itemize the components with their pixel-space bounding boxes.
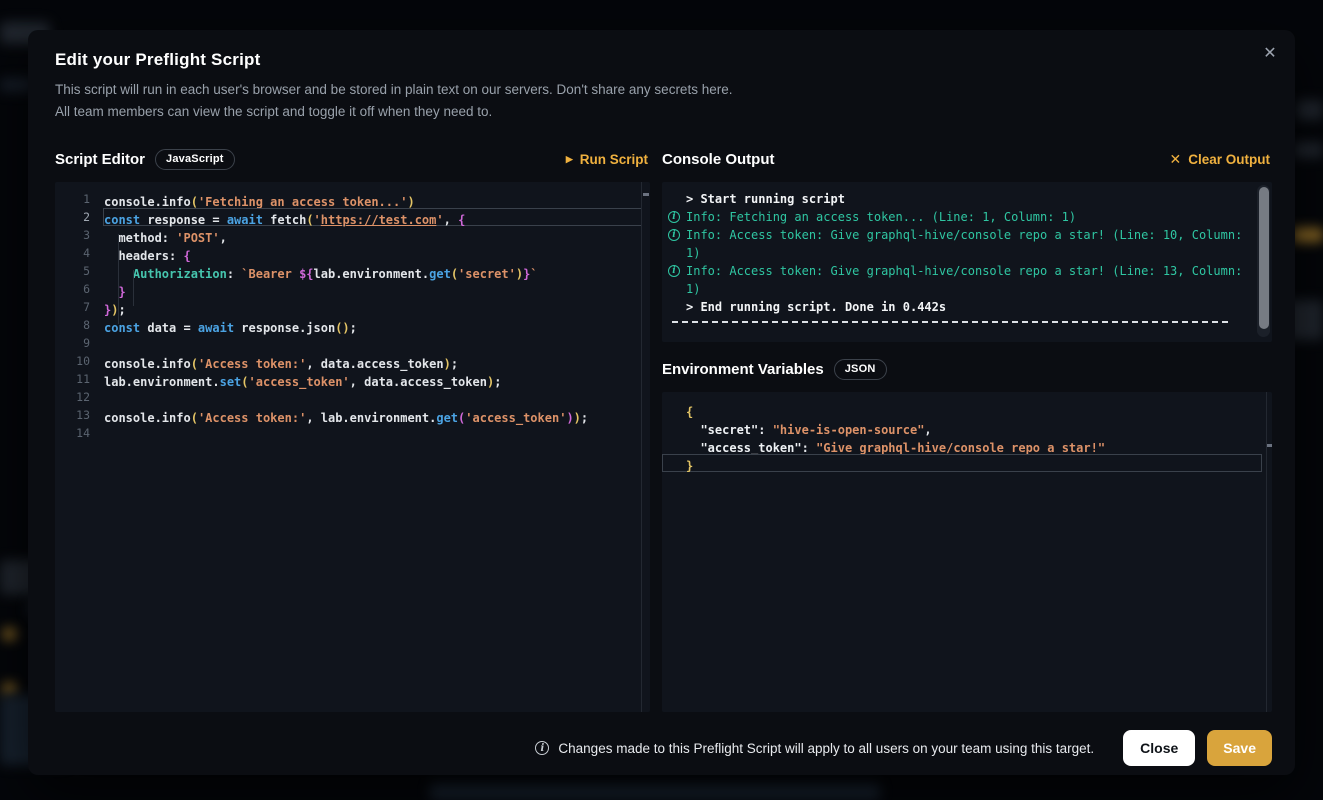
info-icon: i <box>668 265 680 277</box>
info-icon: i <box>668 211 680 223</box>
code-line[interactable]: 11lab.environment.set('access_token', da… <box>55 370 650 388</box>
modal-description-line2: All team members can view the script and… <box>55 101 1272 123</box>
script-code-editor[interactable]: 1console.info('Fetching an access token.… <box>55 182 650 712</box>
code-line[interactable]: 4 headers: { <box>55 244 650 262</box>
env-line[interactable]: { <box>662 400 1272 418</box>
script-editor-section: Script Editor JavaScript ▶ Run Script 1c… <box>55 144 650 712</box>
console-line: > Start running script <box>668 190 1244 208</box>
env-vars-lines: { "secret": "hive-is-open-source", "acce… <box>662 400 1272 472</box>
env-line[interactable]: } <box>662 454 1272 472</box>
page-background: ✕ Edit your Preflight Script This script… <box>0 0 1323 800</box>
run-script-button[interactable]: ▶ Run Script <box>564 148 650 171</box>
console-separator <box>672 321 1228 323</box>
save-button[interactable]: Save <box>1207 730 1272 766</box>
indent-guide <box>118 234 119 324</box>
info-icon: i <box>535 741 549 755</box>
console-scrollbar[interactable] <box>1257 185 1270 337</box>
code-line[interactable]: 13console.info('Access token:', lab.envi… <box>55 406 650 424</box>
output-section: Console Output ✕ Clear Output > Start ru… <box>662 144 1272 712</box>
console-line: iInfo: Fetching an access token... (Line… <box>668 208 1244 226</box>
line-number: 10 <box>55 352 103 370</box>
console-output-panel: > Start running scriptiInfo: Fetching an… <box>662 182 1272 342</box>
run-script-label: Run Script <box>580 152 648 167</box>
backdrop-blob <box>430 783 880 800</box>
console-title: Console Output <box>662 151 775 168</box>
line-number: 9 <box>55 334 103 352</box>
line-number: 8 <box>55 316 103 334</box>
language-badge: JavaScript <box>155 149 235 170</box>
line-number: 7 <box>55 298 103 316</box>
backdrop-blob <box>1296 100 1323 120</box>
script-editor-title: Script Editor <box>55 151 145 168</box>
line-number: 3 <box>55 226 103 244</box>
close-icon[interactable]: ✕ <box>1259 43 1281 65</box>
console-line-continuation: 1) <box>668 280 1244 298</box>
code-line[interactable]: 6 } <box>55 280 650 298</box>
editor-right-border <box>641 182 642 712</box>
json-badge: JSON <box>834 359 887 380</box>
modal-footer: i Changes made to this Preflight Script … <box>55 730 1272 766</box>
overview-ruler-mark <box>1267 444 1272 447</box>
code-line[interactable]: 12 <box>55 388 650 406</box>
line-number: 6 <box>55 280 103 298</box>
editor-right-border <box>1266 392 1267 712</box>
backdrop-blob <box>3 628 16 640</box>
modal-title: Edit your Preflight Script <box>55 50 1272 70</box>
env-vars-header: Environment Variables JSON <box>662 354 1272 384</box>
clear-output-button[interactable]: ✕ Clear Output <box>1168 148 1273 171</box>
env-vars-title: Environment Variables <box>662 361 824 378</box>
line-number: 13 <box>55 406 103 424</box>
preflight-script-modal: ✕ Edit your Preflight Script This script… <box>28 30 1295 775</box>
env-line[interactable]: "secret": "hive-is-open-source", <box>662 418 1272 436</box>
console-header: Console Output ✕ Clear Output <box>662 144 1272 174</box>
console-line-continuation: 1) <box>668 244 1244 262</box>
info-icon: i <box>668 229 680 241</box>
script-code-lines: 1console.info('Fetching an access token.… <box>55 182 650 442</box>
line-number: 12 <box>55 388 103 406</box>
clear-icon: ✕ <box>1170 152 1182 166</box>
backdrop-blob <box>1293 142 1323 158</box>
footer-notice-text: Changes made to this Preflight Script wi… <box>558 741 1094 756</box>
play-icon: ▶ <box>566 155 573 164</box>
code-line[interactable]: 10console.info('Access token:', data.acc… <box>55 352 650 370</box>
line-number: 11 <box>55 370 103 388</box>
clear-output-label: Clear Output <box>1188 152 1270 167</box>
code-line[interactable]: 8const data = await response.json(); <box>55 316 650 334</box>
overview-ruler-mark <box>643 193 649 196</box>
env-line[interactable]: "access_token": "Give graphql-hive/conso… <box>662 436 1272 454</box>
code-line[interactable]: 14 <box>55 424 650 442</box>
code-line[interactable]: 5 Authorization: `Bearer ${lab.environme… <box>55 262 650 280</box>
code-line[interactable]: 7}); <box>55 298 650 316</box>
footer-notice: i Changes made to this Preflight Script … <box>535 741 1094 756</box>
console-line: > End running script. Done in 0.442s <box>668 298 1244 316</box>
env-vars-editor[interactable]: { "secret": "hive-is-open-source", "acce… <box>662 392 1272 712</box>
line-number: 2 <box>55 208 103 226</box>
line-number: 14 <box>55 424 103 442</box>
indent-guide <box>133 270 134 306</box>
modal-content: Script Editor JavaScript ▶ Run Script 1c… <box>55 144 1272 712</box>
script-editor-header: Script Editor JavaScript ▶ Run Script <box>55 144 650 174</box>
console-lines: > Start running scriptiInfo: Fetching an… <box>668 190 1244 323</box>
console-line: iInfo: Access token: Give graphql-hive/c… <box>668 262 1244 280</box>
backdrop-blob <box>1292 228 1323 242</box>
console-scrollbar-thumb[interactable] <box>1259 187 1269 329</box>
code-line[interactable]: 2const response = await fetch('https://t… <box>55 208 650 226</box>
code-line[interactable]: 1console.info('Fetching an access token.… <box>55 190 650 208</box>
code-line[interactable]: 3 method: 'POST', <box>55 226 650 244</box>
console-line: iInfo: Access token: Give graphql-hive/c… <box>668 226 1244 244</box>
line-number: 5 <box>55 262 103 280</box>
code-line[interactable]: 9 <box>55 334 650 352</box>
close-button[interactable]: Close <box>1123 730 1195 766</box>
backdrop-blob <box>3 683 16 695</box>
modal-description-line1: This script will run in each user's brow… <box>55 79 1272 101</box>
line-number: 1 <box>55 190 103 208</box>
line-number: 4 <box>55 244 103 262</box>
